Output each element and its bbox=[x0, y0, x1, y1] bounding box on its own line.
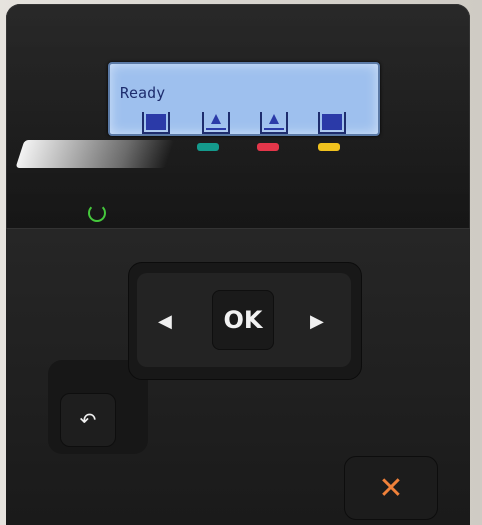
back-button[interactable]: ↶ bbox=[60, 393, 116, 447]
status-text: Ready bbox=[120, 84, 166, 102]
magenta-indicator bbox=[257, 143, 279, 151]
yellow-cartridge-icon bbox=[318, 112, 346, 134]
yellow-indicator bbox=[318, 143, 340, 151]
right-arrow-button[interactable]: ▶ bbox=[310, 311, 324, 332]
cyan-indicator bbox=[197, 143, 219, 151]
black-cartridge-icon bbox=[142, 112, 170, 134]
lcd-display: Ready bbox=[108, 62, 380, 136]
light-reflection bbox=[15, 140, 175, 168]
cancel-x-icon: ✕ bbox=[378, 470, 404, 506]
magenta-cartridge-warning-icon bbox=[260, 112, 288, 134]
back-arrow-icon: ↶ bbox=[79, 408, 97, 432]
left-arrow-button[interactable]: ◀ bbox=[158, 311, 172, 332]
cancel-button[interactable]: ✕ bbox=[344, 456, 438, 520]
power-led-icon bbox=[88, 204, 106, 222]
ok-button[interactable]: OK bbox=[212, 290, 274, 350]
cyan-cartridge-warning-icon bbox=[202, 112, 230, 134]
